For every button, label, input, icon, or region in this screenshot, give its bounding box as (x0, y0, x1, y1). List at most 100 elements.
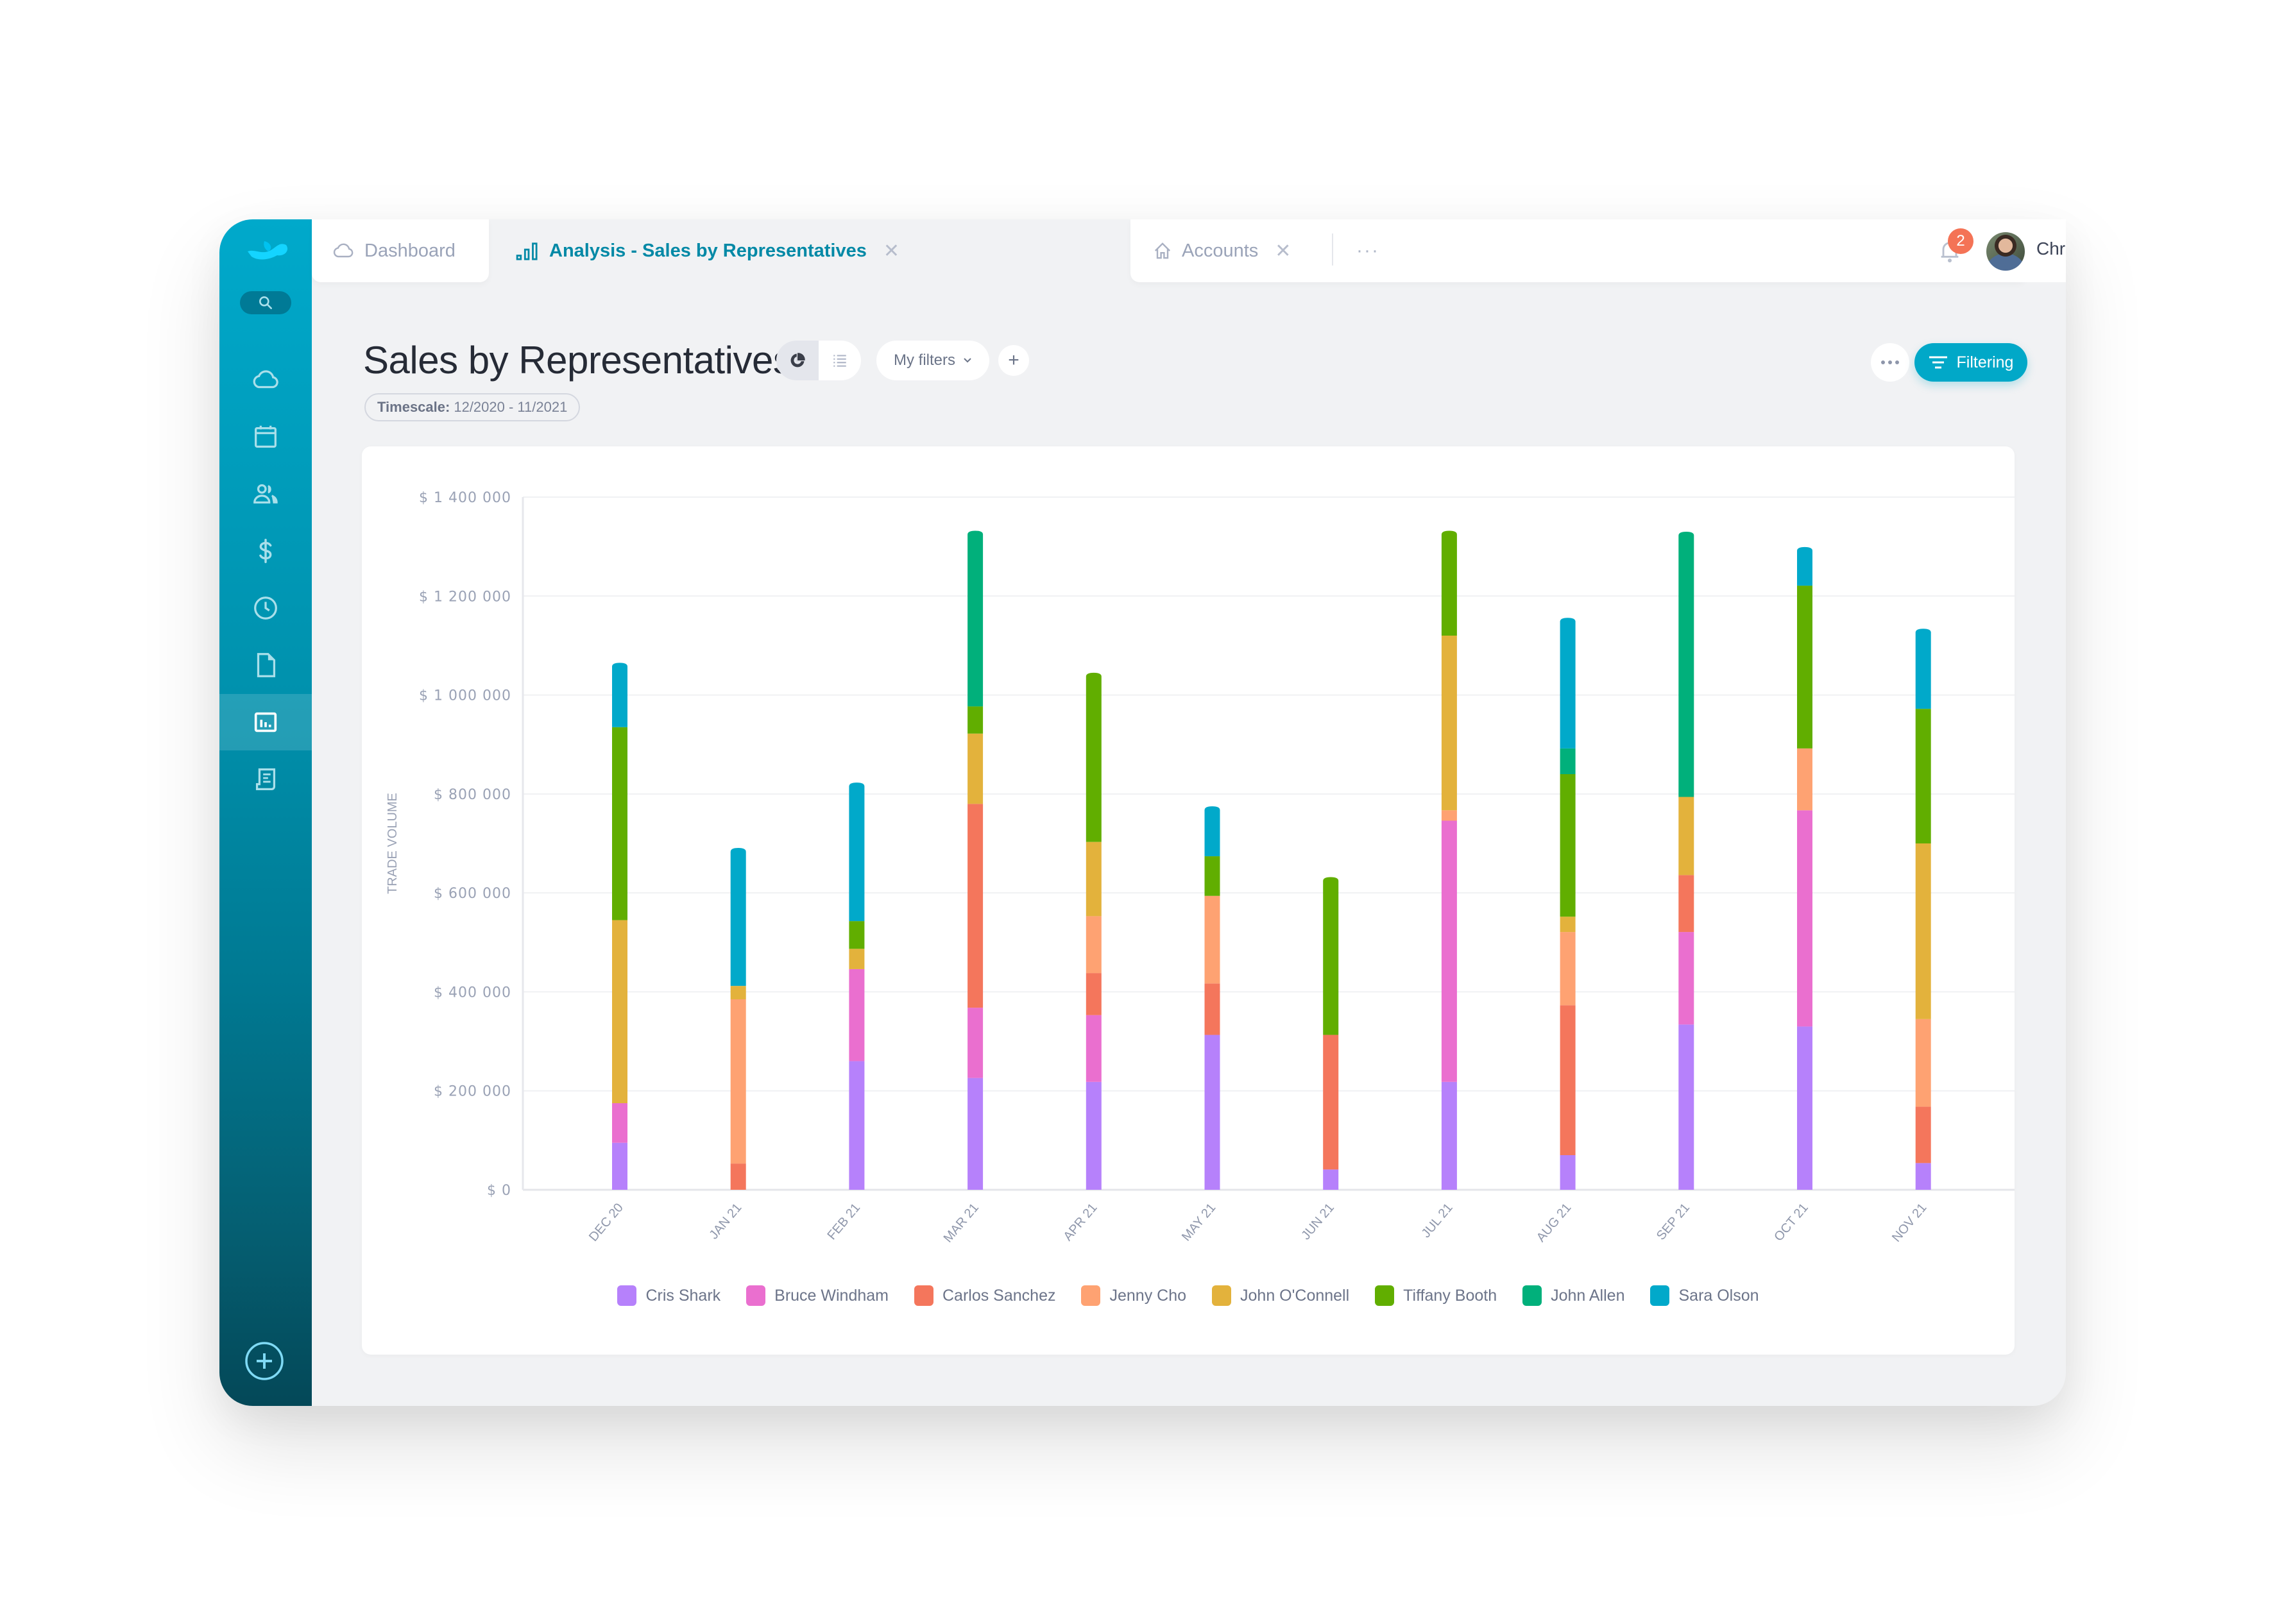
bar-segment (1678, 532, 1694, 797)
bar-segment (1678, 1024, 1694, 1190)
tab-dashboard[interactable]: Dashboard (331, 219, 456, 282)
legend-swatch (1212, 1285, 1232, 1306)
x-tick-label: JAN 21 (707, 1201, 745, 1242)
bar-segment (1204, 856, 1220, 896)
chart-view-button[interactable] (776, 341, 819, 380)
x-tick-label: OCT 21 (1771, 1201, 1811, 1244)
home-icon (1152, 241, 1173, 261)
sidebar-item-finance[interactable] (219, 523, 312, 579)
bar-segment (967, 1008, 984, 1078)
bar-segment (1797, 586, 1812, 749)
bar-segment (612, 663, 627, 727)
close-tab-button[interactable]: ✕ (1275, 240, 1291, 262)
x-tick-label: JUN 21 (1299, 1201, 1337, 1242)
bar-segment (849, 949, 865, 969)
stacked-bar-chart: $ 0 $ 200 000 $ 400 000 $ 600 000 $ 800 000 $… (386, 490, 2015, 1246)
bar-segment (1204, 983, 1220, 1035)
y-tick-label: $ 0 (487, 1183, 511, 1199)
avatar[interactable] (1986, 232, 2025, 271)
app-window: Dashboard Analysis - Sales by Representa… (219, 219, 2066, 1406)
receipt-icon (255, 768, 276, 790)
tab-analysis[interactable]: Analysis - Sales by Representatives ✕ (516, 219, 899, 282)
filtering-label: Filtering (1956, 353, 2014, 371)
bar-segment (1560, 748, 1576, 774)
add-button[interactable] (244, 1341, 285, 1382)
tab-accounts[interactable]: Accounts ✕ (1152, 219, 1291, 282)
legend-item[interactable]: Cris Shark (617, 1285, 720, 1306)
bar-segment (1678, 932, 1694, 1025)
bar-segment (1441, 810, 1457, 821)
sidebar-item-documents[interactable] (219, 637, 312, 693)
legend-item[interactable]: Sara Olson (1650, 1285, 1759, 1306)
bar-segment (1797, 546, 1812, 586)
bar-segment (967, 804, 984, 1008)
bar-segment (1797, 810, 1812, 1027)
sidebar-item-contacts[interactable] (219, 466, 312, 522)
tab-label: Accounts (1182, 240, 1259, 261)
bar-segment (849, 1061, 865, 1190)
bar-segment (1560, 618, 1576, 749)
legend-swatch (1375, 1285, 1395, 1306)
plus-circle-icon (245, 1342, 284, 1380)
tab-label: Analysis - Sales by Representatives (549, 240, 867, 261)
y-tick-label: $ 1 000 000 (419, 688, 511, 704)
notification-badge: 2 (1948, 228, 1973, 254)
legend-item[interactable]: John Allen (1522, 1285, 1624, 1306)
bar-segment (967, 530, 984, 707)
bar-segment (1797, 1026, 1812, 1190)
bar-segment (1560, 932, 1576, 1006)
legend-item[interactable]: Bruce Windham (746, 1285, 889, 1306)
logo-icon[interactable] (245, 237, 290, 266)
bar-segment (1204, 1035, 1220, 1190)
close-tab-button[interactable]: ✕ (883, 240, 899, 262)
sidebar-item-time[interactable] (219, 580, 312, 636)
tab-label: Dashboard (364, 240, 456, 261)
list-view-button[interactable] (819, 341, 861, 380)
bar-segment (1678, 797, 1694, 875)
legend-item[interactable]: John O'Connell (1212, 1285, 1349, 1306)
bar-segment (1441, 1081, 1457, 1190)
bar-chart-icon (516, 241, 540, 260)
legend-item[interactable]: Jenny Cho (1081, 1285, 1186, 1306)
legend-item[interactable]: Carlos Sanchez (914, 1285, 1055, 1306)
dollar-icon (259, 539, 272, 563)
filtering-button[interactable]: Filtering (1914, 343, 2027, 382)
y-tick-label: $ 800 000 (434, 787, 511, 803)
add-filter-button[interactable]: + (998, 345, 1029, 376)
legend-label: Sara Olson (1678, 1286, 1759, 1305)
more-tabs-button[interactable]: ··· (1356, 219, 1379, 282)
x-tick-label: NOV 21 (1889, 1201, 1930, 1245)
legend-label: John Allen (1551, 1286, 1625, 1305)
bar-segment (1086, 973, 1102, 1015)
bar-segment (1678, 875, 1694, 933)
timescale-chip[interactable]: Timescale: 12/2020 - 11/2021 (364, 393, 581, 421)
bar-segment (1915, 843, 1931, 1019)
bar-segment (612, 1142, 627, 1190)
bar-segment (849, 968, 865, 1062)
clock-icon (254, 596, 277, 620)
more-options-button[interactable] (1871, 343, 1909, 382)
bar-segment (1915, 1163, 1931, 1190)
bar-segment (612, 727, 627, 920)
sidebar-item-calendar[interactable] (219, 409, 312, 465)
legend-label: Tiffany Booth (1403, 1286, 1497, 1305)
user-name[interactable]: Chris Shark (2036, 239, 2066, 259)
user-area: 2 Chris Shark (1914, 219, 2066, 282)
y-tick-label: $ 1 400 000 (419, 490, 511, 506)
my-filters-dropdown[interactable]: My filters (876, 341, 989, 380)
sidebar-item-invoices[interactable] (219, 751, 312, 808)
sidebar-item-cloud[interactable] (219, 351, 312, 408)
legend-label: Carlos Sanchez (942, 1286, 1056, 1305)
timescale-value: 12/2020 - 11/2021 (454, 399, 568, 415)
y-axis-title: TRADE VOLUME (386, 793, 400, 894)
legend-item[interactable]: Tiffany Booth (1375, 1285, 1497, 1306)
y-tick-label: $ 200 000 (434, 1084, 511, 1100)
list-icon (833, 355, 846, 367)
x-tick-label: MAY 21 (1179, 1201, 1218, 1244)
bar-segment (1086, 842, 1102, 917)
bar-segment (612, 1103, 627, 1143)
users-icon (253, 484, 278, 504)
search-button[interactable] (240, 291, 291, 314)
x-tick-label: APR 21 (1061, 1201, 1100, 1244)
sidebar-item-analysis[interactable] (219, 694, 312, 750)
